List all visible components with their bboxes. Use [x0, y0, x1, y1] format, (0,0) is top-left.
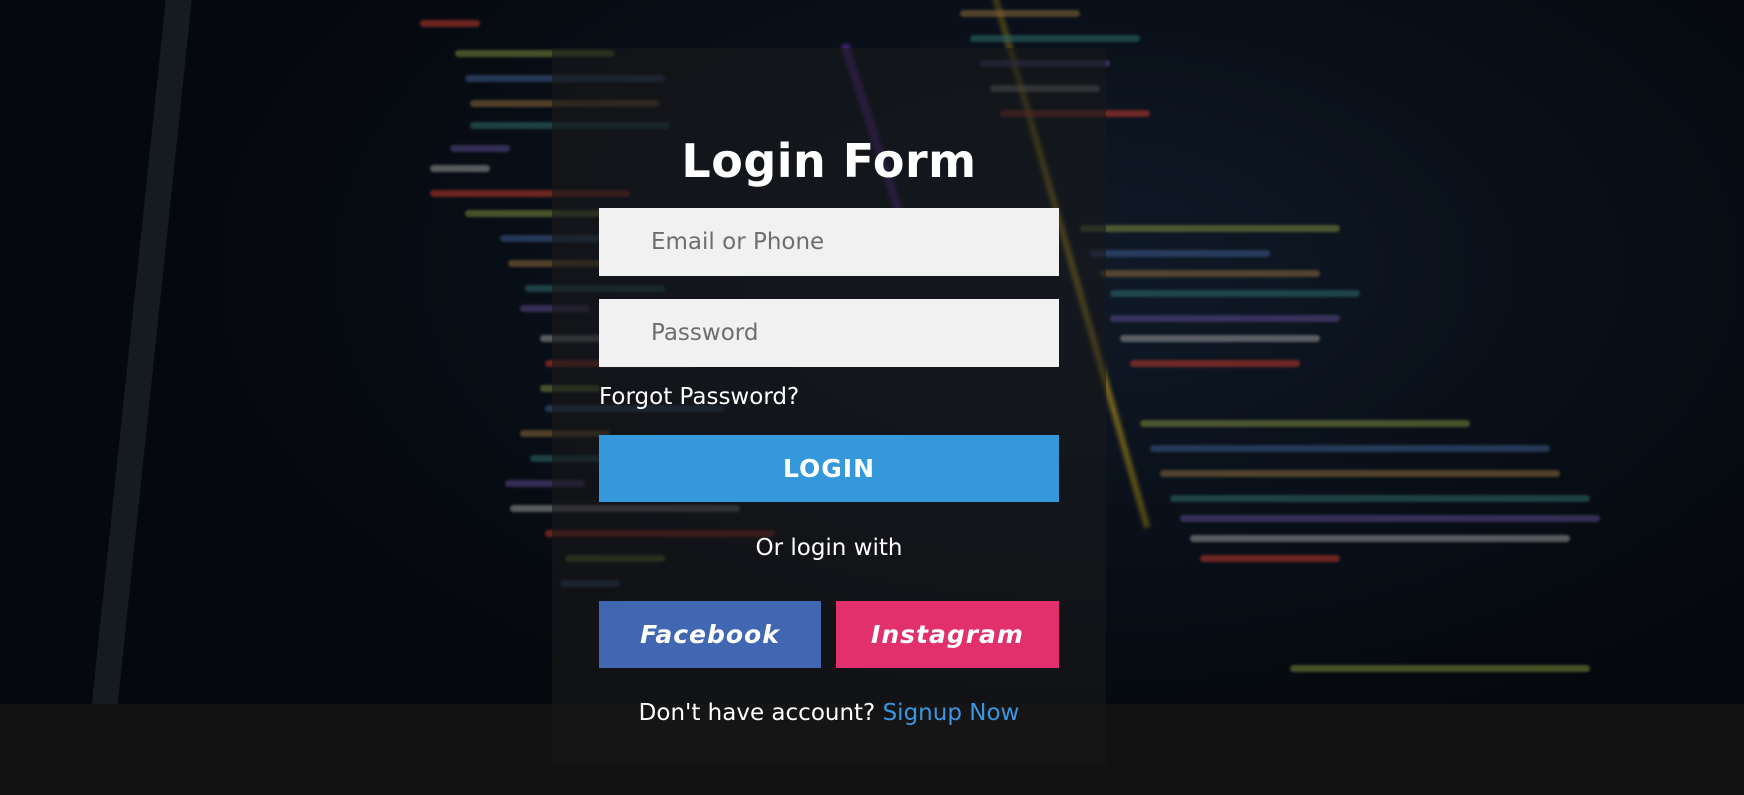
- code-line: [1080, 225, 1340, 232]
- code-line: [1290, 665, 1590, 672]
- forgot-password-link[interactable]: Forgot Password?: [599, 384, 799, 410]
- signup-row: Don't have account? Signup Now: [552, 700, 1106, 726]
- code-line: [1160, 470, 1560, 477]
- code-line: [450, 145, 510, 152]
- email-input[interactable]: [599, 208, 1059, 276]
- login-form: Login Form Forgot Password? LOGIN Or log…: [552, 48, 1106, 764]
- facebook-login-button[interactable]: Facebook: [599, 601, 821, 668]
- signup-link[interactable]: Signup Now: [883, 700, 1020, 726]
- code-line: [1180, 515, 1600, 522]
- code-line: [1140, 420, 1470, 427]
- or-login-with-text: Or login with: [755, 535, 903, 561]
- code-line: [1110, 290, 1360, 297]
- password-input[interactable]: [599, 299, 1059, 367]
- code-line: [1090, 250, 1270, 257]
- instagram-login-button[interactable]: Instagram: [836, 601, 1059, 668]
- signup-prompt: Don't have account?: [638, 700, 876, 726]
- code-line: [1110, 315, 1340, 322]
- login-button[interactable]: LOGIN: [599, 435, 1059, 502]
- code-line: [420, 20, 480, 27]
- form-title: Login Form: [681, 134, 977, 188]
- code-line: [1150, 445, 1550, 452]
- code-line: [1190, 535, 1570, 542]
- code-line: [1100, 270, 1320, 277]
- code-line: [1130, 360, 1300, 367]
- code-line: [1120, 335, 1320, 342]
- code-line: [1200, 555, 1340, 562]
- code-line: [1170, 495, 1590, 502]
- code-line: [430, 165, 490, 172]
- code-line: [970, 35, 1140, 42]
- code-line: [960, 10, 1080, 17]
